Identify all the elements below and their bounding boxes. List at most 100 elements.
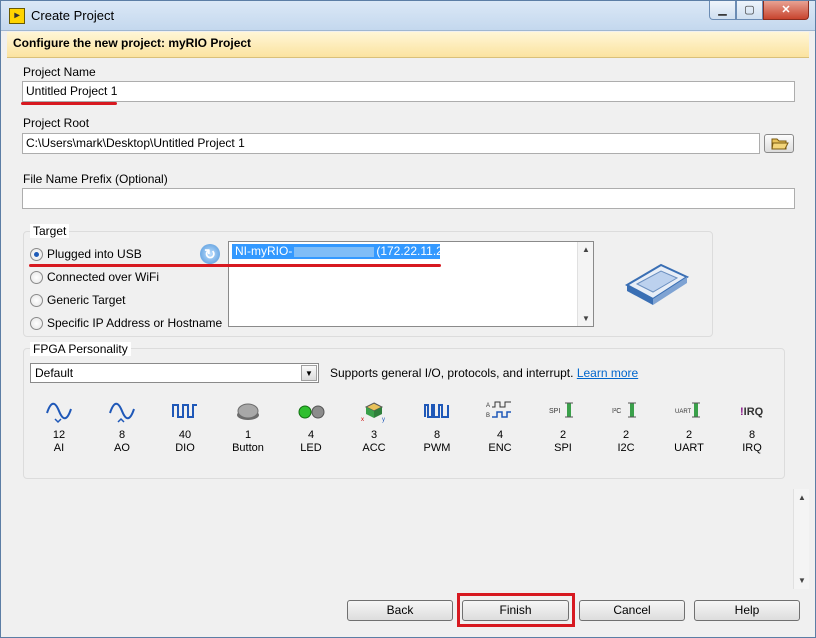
radio-label: Generic Target [47, 293, 126, 307]
file-prefix-label: File Name Prefix (Optional) [23, 172, 168, 186]
analog-in-icon [46, 402, 72, 424]
feature-name: Button [232, 442, 264, 454]
analog-out-icon [109, 402, 135, 423]
svg-text:!IRQ: !IRQ [740, 406, 764, 418]
fpga-feature-button: 1 Button [218, 399, 278, 455]
fpga-feature-spi: SPI 2 SPI [533, 399, 593, 455]
led-icon [298, 405, 325, 419]
svg-text:A: A [486, 403, 490, 409]
feature-count: 2 [559, 429, 567, 441]
myrio-device-icon [624, 263, 690, 305]
fpga-feature-enc: A B 4 ENC [470, 399, 530, 455]
pwm-icon [424, 404, 449, 418]
fpga-feature-ai: 12 AI [29, 399, 89, 455]
title-bar: ▸ Create Project ▁ ▢ ✕ [1, 1, 815, 31]
fpga-feature-uart: UART 2 UART [659, 399, 719, 455]
encoder-icon: AB [486, 401, 511, 419]
radio-generic[interactable]: Generic Target [30, 293, 126, 307]
radio-wifi[interactable]: Connected over WiFi [30, 270, 159, 284]
scroll-down-icon[interactable]: ▼ [582, 314, 590, 323]
accelerometer-icon: xy [361, 402, 385, 423]
scroll-up-icon[interactable]: ▲ [582, 245, 590, 254]
svg-text:y: y [382, 417, 385, 423]
back-button[interactable]: Back [347, 600, 453, 621]
button-icon [237, 403, 259, 420]
digital-io-icon [172, 404, 197, 418]
feature-name: SPI [554, 442, 572, 454]
learn-more-link[interactable]: Learn more [577, 366, 638, 380]
feature-name: ENC [488, 442, 512, 454]
feature-count: 2 [685, 429, 693, 441]
feature-name: AI [53, 442, 65, 454]
feature-name: IRQ [742, 442, 762, 454]
close-icon[interactable]: ✕ [763, 1, 809, 20]
uart-icon: UART [675, 402, 700, 418]
feature-name: I2C [617, 442, 635, 454]
feature-count: 4 [307, 429, 315, 441]
target-label: Target [30, 224, 70, 238]
window-controls: ▁ ▢ ✕ [709, 1, 809, 21]
device-ip: (172.22.11.2) [376, 244, 447, 258]
window-title: Create Project [31, 8, 115, 23]
fpga-feature-irq: !IRQ 8 IRQ [722, 399, 782, 455]
cancel-button[interactable]: Cancel [579, 600, 685, 621]
fpga-label: FPGA Personality [30, 342, 131, 356]
fpga-feature-dio: 40 DIO [155, 399, 215, 455]
project-root-label: Project Root [23, 116, 90, 130]
fpga-feature-acc: x y 3 ACC [344, 399, 404, 455]
file-prefix-input[interactable] [22, 188, 795, 209]
device-list-item[interactable]: NI-myRIO- (172.22.11.2) [232, 244, 447, 259]
listbox-scrollbar[interactable]: ▲ ▼ [577, 242, 593, 326]
fpga-feature-led: 4 LED [281, 399, 341, 455]
fpga-feature-i2c: I²C 2 I2C [596, 399, 656, 455]
radio-icon [30, 316, 43, 330]
help-button[interactable]: Help [694, 600, 800, 621]
radio-plugged-usb[interactable]: Plugged into USB [30, 247, 142, 261]
project-root-input[interactable]: C:\Users\mark\Desktop\Untitled Project 1 [22, 133, 760, 154]
radio-icon [30, 270, 43, 284]
annotation-underline [29, 264, 441, 267]
refresh-icon[interactable]: ↻ [200, 244, 220, 264]
feature-count: 12 [52, 429, 66, 441]
fpga-description: Supports general I/O, protocols, and int… [330, 366, 638, 380]
feature-name: UART [674, 442, 704, 454]
labview-icon: ▸ [9, 8, 25, 24]
radio-label: Specific IP Address or Hostname [47, 316, 223, 330]
svg-text:x: x [361, 417, 364, 423]
minimize-icon[interactable]: ▁ [709, 1, 736, 20]
feature-name: LED [300, 442, 322, 454]
content-scrollbar[interactable]: ▲ ▼ [793, 489, 809, 589]
feature-count: 8 [118, 429, 126, 441]
fpga-feature-ao: 8 AO [92, 399, 152, 455]
svg-text:B: B [486, 413, 490, 419]
irq-icon: !IRQ [740, 406, 764, 418]
feature-count: 8 [748, 429, 756, 441]
device-listbox[interactable]: NI-myRIO- (172.22.11.2) ▲ ▼ [228, 241, 594, 327]
fpga-feature-pwm: 8 PWM [407, 399, 467, 455]
chevron-down-icon[interactable]: ▼ [301, 365, 317, 381]
fpga-personality-select[interactable]: Default ▼ [30, 363, 319, 383]
maximize-icon[interactable]: ▢ [736, 1, 763, 20]
folder-open-icon[interactable] [764, 134, 794, 153]
feature-count: 1 [244, 429, 252, 441]
scroll-down-icon[interactable]: ▼ [798, 576, 806, 585]
radio-label: Plugged into USB [47, 247, 142, 261]
scroll-up-icon[interactable]: ▲ [798, 493, 806, 502]
fpga-description-text: Supports general I/O, protocols, and int… [330, 366, 574, 380]
svg-text:UART: UART [675, 409, 692, 415]
project-name-input[interactable]: Untitled Project 1 [22, 81, 795, 102]
annotation-underline [21, 102, 117, 105]
i2c-icon: I²C [612, 402, 636, 418]
feature-name: ACC [362, 442, 386, 454]
feature-name: PWM [423, 442, 451, 454]
svg-text:SPI: SPI [549, 408, 560, 415]
radio-selected-icon [30, 247, 43, 261]
feature-count: 4 [496, 429, 504, 441]
redacted-serial [294, 246, 375, 257]
annotation-box [457, 593, 575, 627]
feature-count: 40 [178, 429, 192, 441]
radio-ip[interactable]: Specific IP Address or Hostname [30, 316, 222, 330]
radio-label: Connected over WiFi [47, 270, 160, 284]
radio-icon [30, 293, 43, 307]
fpga-selected-value: Default [35, 366, 74, 380]
